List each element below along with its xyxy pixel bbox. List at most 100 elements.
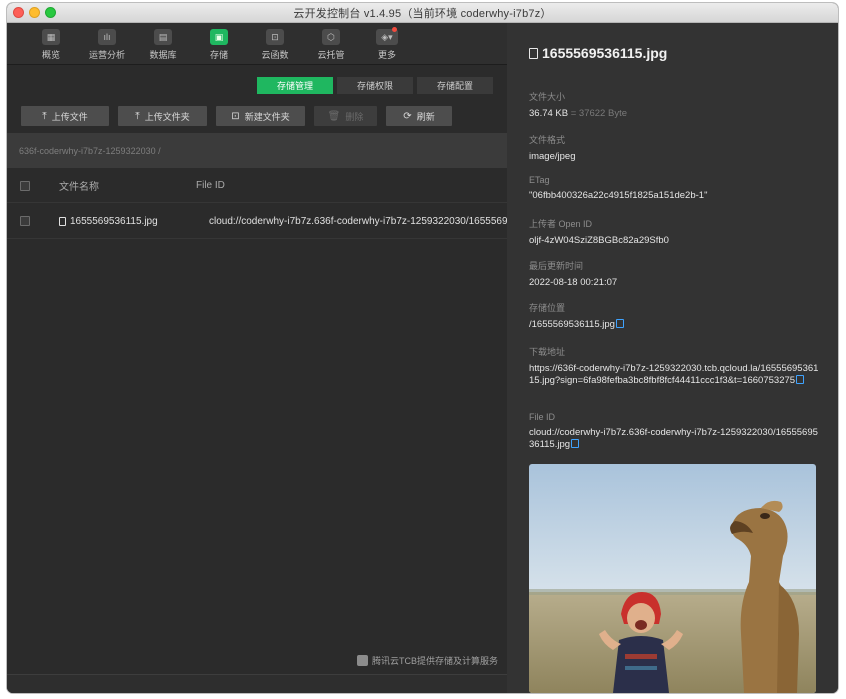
title-bar: 云开发控制台 v1.4.95（当前环境 coderwhy-i7b7z） bbox=[7, 3, 838, 23]
file-details-panel: 1655569536115.jpg 文件大小 36.74 KB = 37622 … bbox=[507, 23, 838, 693]
file-id-field: File ID cloud://coderwhy-i7b7z.636f-code… bbox=[529, 412, 821, 451]
tab-storage-permissions[interactable]: 存储权限 bbox=[337, 77, 413, 94]
location-field: 存储位置 /1655569536115.jpg bbox=[529, 301, 821, 331]
table-header: 文件名称 File ID bbox=[7, 169, 507, 203]
toolbar-analytics-label: 运营分析 bbox=[88, 50, 125, 60]
main-toolbar: ▦ 概览 ılı 运营分析 ▤ 数据库 ▣ 存储 ⊡ 云函数 ⬡ 云托管 ◈▾ … bbox=[7, 23, 507, 65]
upload-icon: ⤒ bbox=[135, 110, 140, 122]
toolbar-database[interactable]: ▤ 数据库 bbox=[135, 23, 191, 65]
file-id-label: File ID bbox=[529, 412, 556, 422]
image-preview bbox=[529, 464, 816, 693]
location-value: /1655569536115.jpg bbox=[529, 319, 821, 331]
download-url-text: https://636f-coderwhy-i7b7z-1259322030.t… bbox=[529, 363, 819, 386]
download-url-field: 下载地址 https://636f-coderwhy-i7b7z-1259322… bbox=[529, 345, 821, 387]
file-icon bbox=[529, 47, 538, 59]
details-title-text: 1655569536115.jpg bbox=[542, 45, 668, 61]
toolbar-storage[interactable]: ▣ 存储 bbox=[191, 23, 247, 65]
row-checkbox[interactable] bbox=[20, 216, 30, 226]
storage-icon: ▣ bbox=[210, 29, 228, 45]
upload-file-button[interactable]: ⤒ 上传文件 bbox=[21, 106, 109, 126]
trash-icon: 🗑 bbox=[327, 110, 341, 122]
refresh-icon: ⟳ bbox=[403, 110, 412, 122]
new-folder-label: 新建文件夹 bbox=[244, 111, 290, 122]
toolbar-overview-label: 概览 bbox=[41, 50, 60, 60]
file-size-value: 36.74 KB = 37622 Byte bbox=[529, 108, 821, 120]
table-row[interactable]: 1655569536115.jpg cloud://coderwhy-i7b7z… bbox=[7, 204, 507, 239]
toolbar-hosting-label: 云托管 bbox=[317, 50, 345, 60]
uploader-label: 上传者 Open ID bbox=[529, 219, 593, 229]
toolbar-functions[interactable]: ⊡ 云函数 bbox=[247, 23, 303, 65]
tab-storage-config[interactable]: 存储配置 bbox=[417, 77, 493, 94]
file-name-text: 1655569536115.jpg bbox=[70, 215, 158, 227]
notification-dot bbox=[392, 27, 397, 32]
file-id-value: cloud://coderwhy-i7b7z.636f-coderwhy-i7b… bbox=[529, 427, 821, 451]
etag-label: ETag bbox=[529, 175, 550, 185]
upload-folder-button[interactable]: ⤒ 上传文件夹 bbox=[118, 106, 207, 126]
storage-subtabs: 存储管理 存储权限 存储配置 bbox=[257, 77, 497, 94]
upload-file-label: 上传文件 bbox=[51, 111, 88, 122]
updated-time-value: 2022-08-18 00:21:07 bbox=[529, 277, 618, 288]
uploader-field: 上传者 Open ID oljf-4zW04SziZ8BGBc82a29Sfb0 bbox=[529, 217, 821, 247]
updated-time-field: 最后更新时间 2022-08-18 00:21:07 bbox=[529, 259, 821, 289]
file-format-field: 文件格式 image/jpeg bbox=[529, 133, 821, 163]
toolbar-overview[interactable]: ▦ 概览 bbox=[23, 23, 79, 65]
file-size-bytes: = 37622 Byte bbox=[570, 108, 627, 119]
preview-photo bbox=[529, 464, 816, 693]
column-header-file-id: File ID bbox=[196, 180, 225, 191]
file-size-label: 文件大小 bbox=[529, 92, 566, 102]
etag-field: ETag "06fbb400326a22c4915f1825a151de2b-1… bbox=[529, 175, 821, 202]
toolbar-storage-label: 存储 bbox=[209, 50, 228, 60]
footer-note-text: 腾讯云TCB提供存储及计算服务 bbox=[372, 656, 499, 666]
tab-storage-management[interactable]: 存储管理 bbox=[257, 77, 333, 94]
window-title: 云开发控制台 v1.4.95（当前环境 coderwhy-i7b7z） bbox=[293, 7, 552, 20]
file-format-value: image/jpeg bbox=[529, 151, 576, 162]
file-size-field: 文件大小 36.74 KB = 37622 Byte bbox=[529, 90, 821, 120]
zoom-window-button[interactable] bbox=[45, 7, 56, 18]
new-folder-button[interactable]: ⊡ 新建文件夹 bbox=[216, 106, 305, 126]
status-bar bbox=[7, 674, 507, 693]
details-title: 1655569536115.jpg bbox=[529, 45, 667, 61]
upload-icon: ⤒ bbox=[42, 110, 47, 122]
cube-icon: ⬡ bbox=[322, 29, 340, 45]
grid-icon: ▦ bbox=[42, 29, 60, 45]
refresh-label: 刷新 bbox=[416, 111, 435, 122]
location-text: /1655569536115.jpg bbox=[529, 319, 615, 330]
upload-folder-label: 上传文件夹 bbox=[144, 111, 190, 122]
database-icon: ▤ bbox=[154, 29, 172, 45]
copy-icon[interactable] bbox=[796, 375, 805, 384]
file-icon bbox=[59, 216, 66, 226]
delete-button[interactable]: 🗑 删除 bbox=[314, 106, 377, 126]
delete-label: 删除 bbox=[345, 111, 364, 122]
uploader-value: oljf-4zW04SziZ8BGBc82a29Sfb0 bbox=[529, 235, 669, 246]
select-all-checkbox[interactable] bbox=[20, 180, 30, 191]
location-label: 存储位置 bbox=[529, 303, 566, 313]
toolbar-hosting[interactable]: ⬡ 云托管 bbox=[303, 23, 359, 65]
toolbar-functions-label: 云函数 bbox=[261, 50, 289, 60]
column-header-name: 文件名称 bbox=[59, 182, 99, 193]
action-bar: ⤒ 上传文件 ⤒ 上传文件夹 ⊡ 新建文件夹 🗑 删除 ⟳ 刷新 bbox=[21, 106, 452, 126]
storage-panel: ▦ 概览 ılı 运营分析 ▤ 数据库 ▣ 存储 ⊡ 云函数 ⬡ 云托管 ◈▾ … bbox=[7, 23, 507, 693]
download-url-label: 下载地址 bbox=[529, 347, 566, 357]
footer-note: 腾讯云TCB提供存储及计算服务 bbox=[357, 654, 498, 667]
function-icon: ⊡ bbox=[266, 29, 284, 45]
close-window-button[interactable] bbox=[13, 7, 24, 18]
download-url-value: https://636f-coderwhy-i7b7z-1259322030.t… bbox=[529, 363, 821, 387]
file-id-cell: cloud://coderwhy-i7b7z.636f-coderwhy-i7b… bbox=[209, 215, 507, 227]
file-size-kb: 36.74 KB bbox=[529, 108, 569, 119]
window-controls bbox=[13, 7, 56, 18]
copy-icon[interactable] bbox=[571, 439, 580, 448]
file-name-cell[interactable]: 1655569536115.jpg bbox=[59, 216, 158, 227]
file-format-label: 文件格式 bbox=[529, 135, 566, 145]
toolbar-database-label: 数据库 bbox=[149, 50, 177, 60]
tencent-cloud-icon bbox=[357, 655, 368, 666]
refresh-button[interactable]: ⟳ 刷新 bbox=[386, 106, 452, 126]
app-window: 云开发控制台 v1.4.95（当前环境 coderwhy-i7b7z） ▦ 概览… bbox=[7, 3, 838, 693]
updated-time-label: 最后更新时间 bbox=[529, 261, 584, 271]
toolbar-more[interactable]: ◈▾ 更多 bbox=[359, 23, 415, 65]
toolbar-analytics[interactable]: ılı 运营分析 bbox=[79, 23, 135, 65]
bar-chart-icon: ılı bbox=[98, 29, 116, 45]
folder-add-icon: ⊡ bbox=[231, 110, 240, 122]
minimize-window-button[interactable] bbox=[29, 7, 40, 18]
breadcrumb[interactable]: 636f-coderwhy-i7b7z-1259322030 / bbox=[7, 133, 507, 168]
copy-icon[interactable] bbox=[615, 319, 624, 328]
